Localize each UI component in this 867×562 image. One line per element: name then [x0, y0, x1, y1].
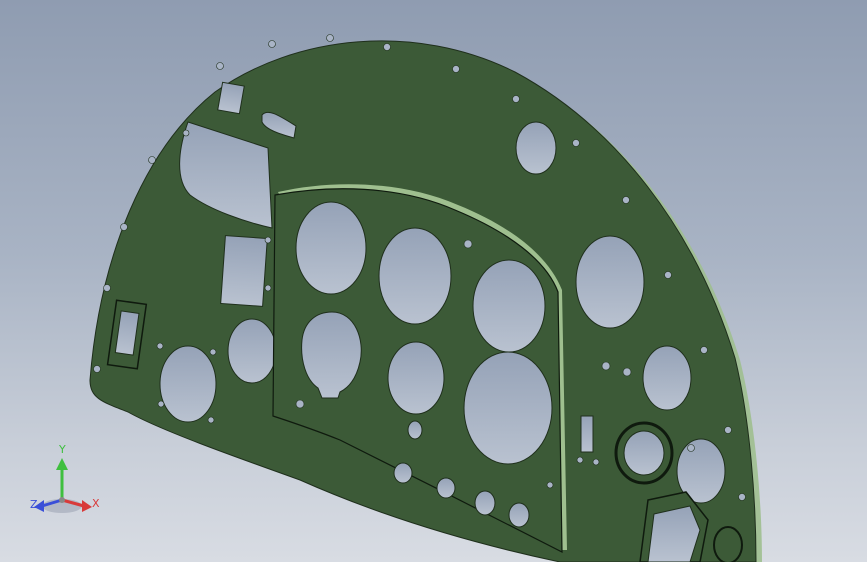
gauge-hole-right-large: [575, 235, 645, 329]
gauge-hole-sub-1: [295, 201, 367, 295]
gauge-hole-top-right: [515, 121, 557, 175]
z-axis-label: Z: [30, 498, 38, 511]
x-axis-label: X: [92, 497, 100, 510]
small-hole-1: [393, 462, 413, 484]
small-hole-3: [474, 490, 496, 516]
axis-triad[interactable]: Y X Z: [22, 440, 112, 530]
lower-bracket-cutout: [647, 505, 701, 562]
gauge-hole-sub-5: [387, 341, 445, 415]
slot-vertical: [580, 415, 594, 453]
gauge-hole-left-middle: [227, 318, 277, 384]
gauge-hole-sub-6: [463, 351, 553, 465]
lower-ring: [713, 526, 743, 562]
3d-viewport[interactable]: Y X Z: [0, 0, 867, 562]
y-axis-label: Y: [59, 443, 66, 456]
gauge-hole-sub-3: [472, 259, 546, 353]
ring-bezel-inner: [623, 430, 665, 476]
gauge-hole-right-mid: [642, 345, 692, 411]
small-hole-2: [436, 477, 456, 499]
y-axis-arrowhead: [56, 458, 68, 470]
small-hole-5: [407, 420, 423, 440]
gauge-hole-left-lower: [159, 345, 217, 423]
small-hole-4: [508, 502, 530, 528]
cutout-small-square-top: [217, 81, 245, 115]
instrument-panel-model[interactable]: [0, 0, 867, 562]
gauge-hole-sub-2: [378, 227, 452, 325]
cutout-square-left: [220, 235, 268, 307]
x-axis-arrowhead: [82, 500, 92, 512]
